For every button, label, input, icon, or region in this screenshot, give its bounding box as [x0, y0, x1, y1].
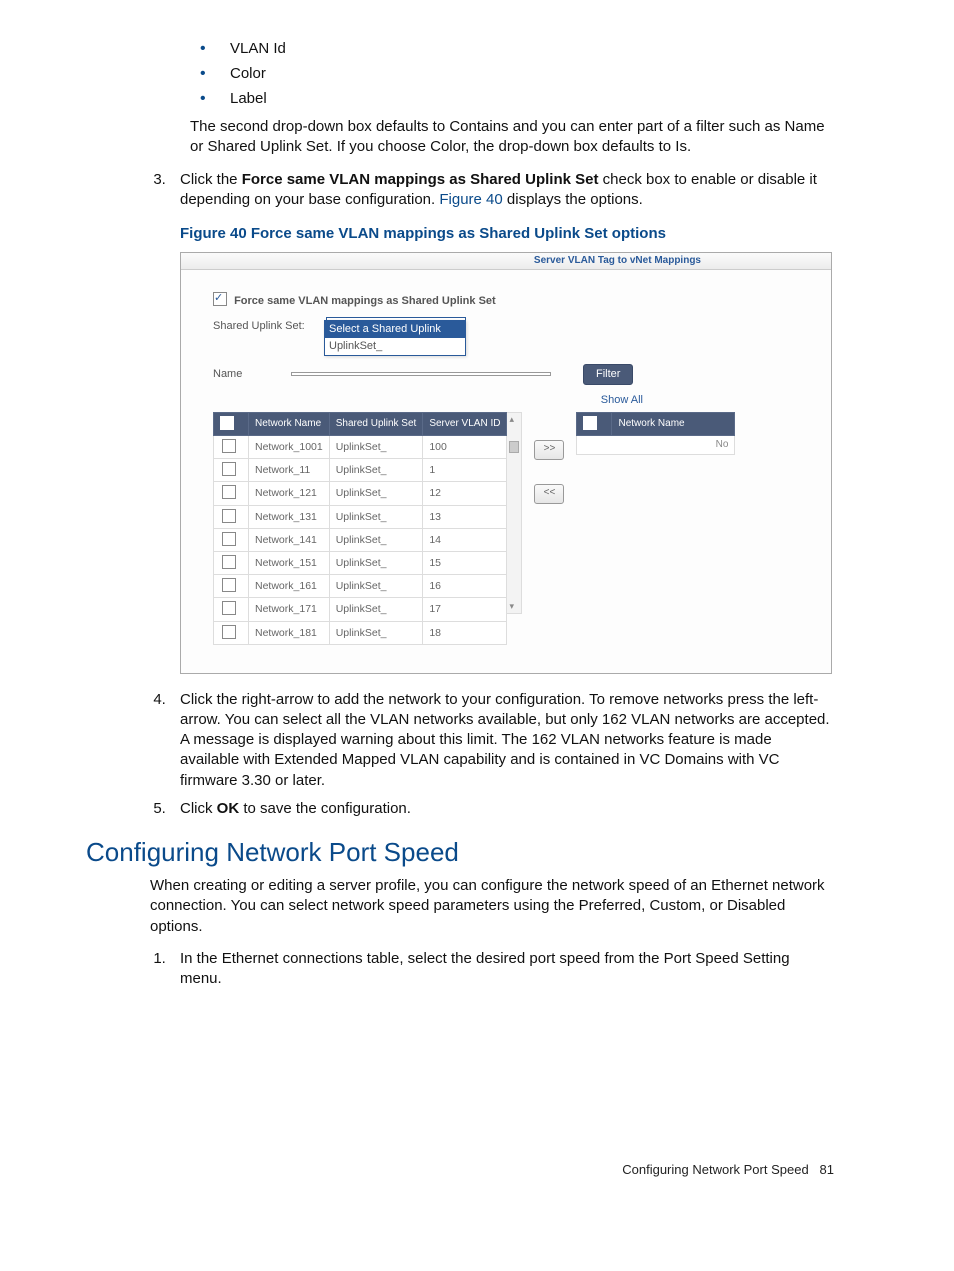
- table-row[interactable]: Network_1001UplinkSet_100: [214, 436, 507, 459]
- network-name-cell: Network_11: [249, 459, 330, 482]
- server-vlan-cell: 12: [423, 482, 507, 505]
- shared-uplink-cell: UplinkSet_: [329, 459, 423, 482]
- network-name-cell: Network_141: [249, 528, 330, 551]
- server-vlan-cell: 100: [423, 436, 507, 459]
- select-all-checkbox[interactable]: [220, 416, 234, 430]
- section-step-1: In the Ethernet connections table, selec…: [170, 949, 834, 990]
- bullet-list: VLAN Id Color Label: [150, 40, 834, 107]
- server-vlan-cell: 1: [423, 459, 507, 482]
- table-row[interactable]: Network_141UplinkSet_14: [214, 528, 507, 551]
- row-checkbox[interactable]: [222, 578, 236, 592]
- dropdown-option[interactable]: Select a Shared Uplink: [325, 321, 465, 338]
- network-name-cell: Network_171: [249, 598, 330, 621]
- network-name-cell: Network_151: [249, 551, 330, 574]
- scroll-handle[interactable]: [509, 441, 519, 453]
- server-vlan-cell: 13: [423, 505, 507, 528]
- network-name-cell: Network_181: [249, 621, 330, 644]
- table-row[interactable]: Network_121UplinkSet_12: [214, 482, 507, 505]
- server-vlan-cell: 14: [423, 528, 507, 551]
- row-checkbox[interactable]: [222, 485, 236, 499]
- network-name-cell: Network_121: [249, 482, 330, 505]
- row-checkbox[interactable]: [222, 555, 236, 569]
- table-row[interactable]: Network_181UplinkSet_18: [214, 621, 507, 644]
- row-checkbox[interactable]: [222, 462, 236, 476]
- force-same-vlan-checkbox[interactable]: [213, 292, 227, 306]
- table-row[interactable]: Network_161UplinkSet_16: [214, 575, 507, 598]
- shared-uplink-cell: UplinkSet_: [329, 598, 423, 621]
- bullet-item: Label: [200, 90, 834, 107]
- scroll-up-icon[interactable]: ▴: [509, 413, 514, 425]
- sus-field-label: Shared Uplink Set:: [213, 319, 323, 334]
- network-name-cell: Network_131: [249, 505, 330, 528]
- server-vlan-cell: 15: [423, 551, 507, 574]
- paragraph: The second drop-down box defaults to Con…: [190, 117, 834, 158]
- dropdown-option[interactable]: UplinkSet_: [325, 338, 465, 355]
- page-footer: Configuring Network Port Speed 81: [622, 1162, 834, 1177]
- section-paragraph: When creating or editing a server profil…: [150, 876, 834, 937]
- row-checkbox[interactable]: [222, 532, 236, 546]
- figure-link[interactable]: Figure 40: [439, 191, 502, 208]
- shared-uplink-cell: UplinkSet_: [329, 436, 423, 459]
- step-5: Click OK to save the configuration.: [170, 799, 834, 819]
- row-checkbox[interactable]: [222, 509, 236, 523]
- panel-title: Server VLAN Tag to vNet Mappings: [534, 254, 701, 268]
- available-networks-table: Network Name Shared Uplink Set Server VL…: [213, 412, 507, 645]
- shared-uplink-dropdown[interactable]: Select a Shared Uplink UplinkSet_: [324, 320, 466, 356]
- network-name-cell: Network_1001: [249, 436, 330, 459]
- network-name-cell: Network_161: [249, 575, 330, 598]
- row-checkbox[interactable]: [222, 601, 236, 615]
- server-vlan-cell: 18: [423, 621, 507, 644]
- remove-network-button[interactable]: <<: [534, 484, 564, 504]
- filter-button[interactable]: Filter: [583, 364, 633, 385]
- table-row[interactable]: Network_151UplinkSet_15: [214, 551, 507, 574]
- table-row[interactable]: Network_171UplinkSet_17: [214, 598, 507, 621]
- selected-networks-table: Network Name No: [576, 412, 735, 456]
- select-all-checkbox[interactable]: [583, 416, 597, 430]
- server-vlan-cell: 17: [423, 598, 507, 621]
- scrollbar[interactable]: ▴ ▾: [507, 412, 522, 614]
- shared-uplink-cell: UplinkSet_: [329, 575, 423, 598]
- shared-uplink-cell: UplinkSet_: [329, 505, 423, 528]
- server-vlan-cell: 16: [423, 575, 507, 598]
- shared-uplink-cell: UplinkSet_: [329, 551, 423, 574]
- name-filter-label: Name: [213, 367, 283, 382]
- bullet-item: Color: [200, 65, 834, 82]
- table-row[interactable]: Network_131UplinkSet_13: [214, 505, 507, 528]
- add-network-button[interactable]: >>: [534, 440, 564, 460]
- figure-40: Server VLAN Tag to vNet Mappings Force s…: [180, 252, 832, 673]
- name-filter-input[interactable]: [291, 372, 551, 376]
- show-all-link[interactable]: Show All: [601, 394, 643, 406]
- shared-uplink-cell: UplinkSet_: [329, 621, 423, 644]
- table-row[interactable]: Network_11UplinkSet_1: [214, 459, 507, 482]
- scroll-down-icon[interactable]: ▾: [509, 600, 514, 612]
- step-4: Click the right-arrow to add the network…: [170, 690, 834, 791]
- section-heading: Configuring Network Port Speed: [86, 837, 834, 868]
- row-checkbox[interactable]: [222, 439, 236, 453]
- row-checkbox[interactable]: [222, 625, 236, 639]
- bullet-item: VLAN Id: [200, 40, 834, 57]
- shared-uplink-cell: UplinkSet_: [329, 482, 423, 505]
- step-3: Click the Force same VLAN mappings as Sh…: [170, 170, 834, 674]
- shared-uplink-cell: UplinkSet_: [329, 528, 423, 551]
- figure-caption: Figure 40 Force same VLAN mappings as Sh…: [180, 224, 834, 244]
- force-same-vlan-label: Force same VLAN mappings as Shared Uplin…: [234, 295, 496, 307]
